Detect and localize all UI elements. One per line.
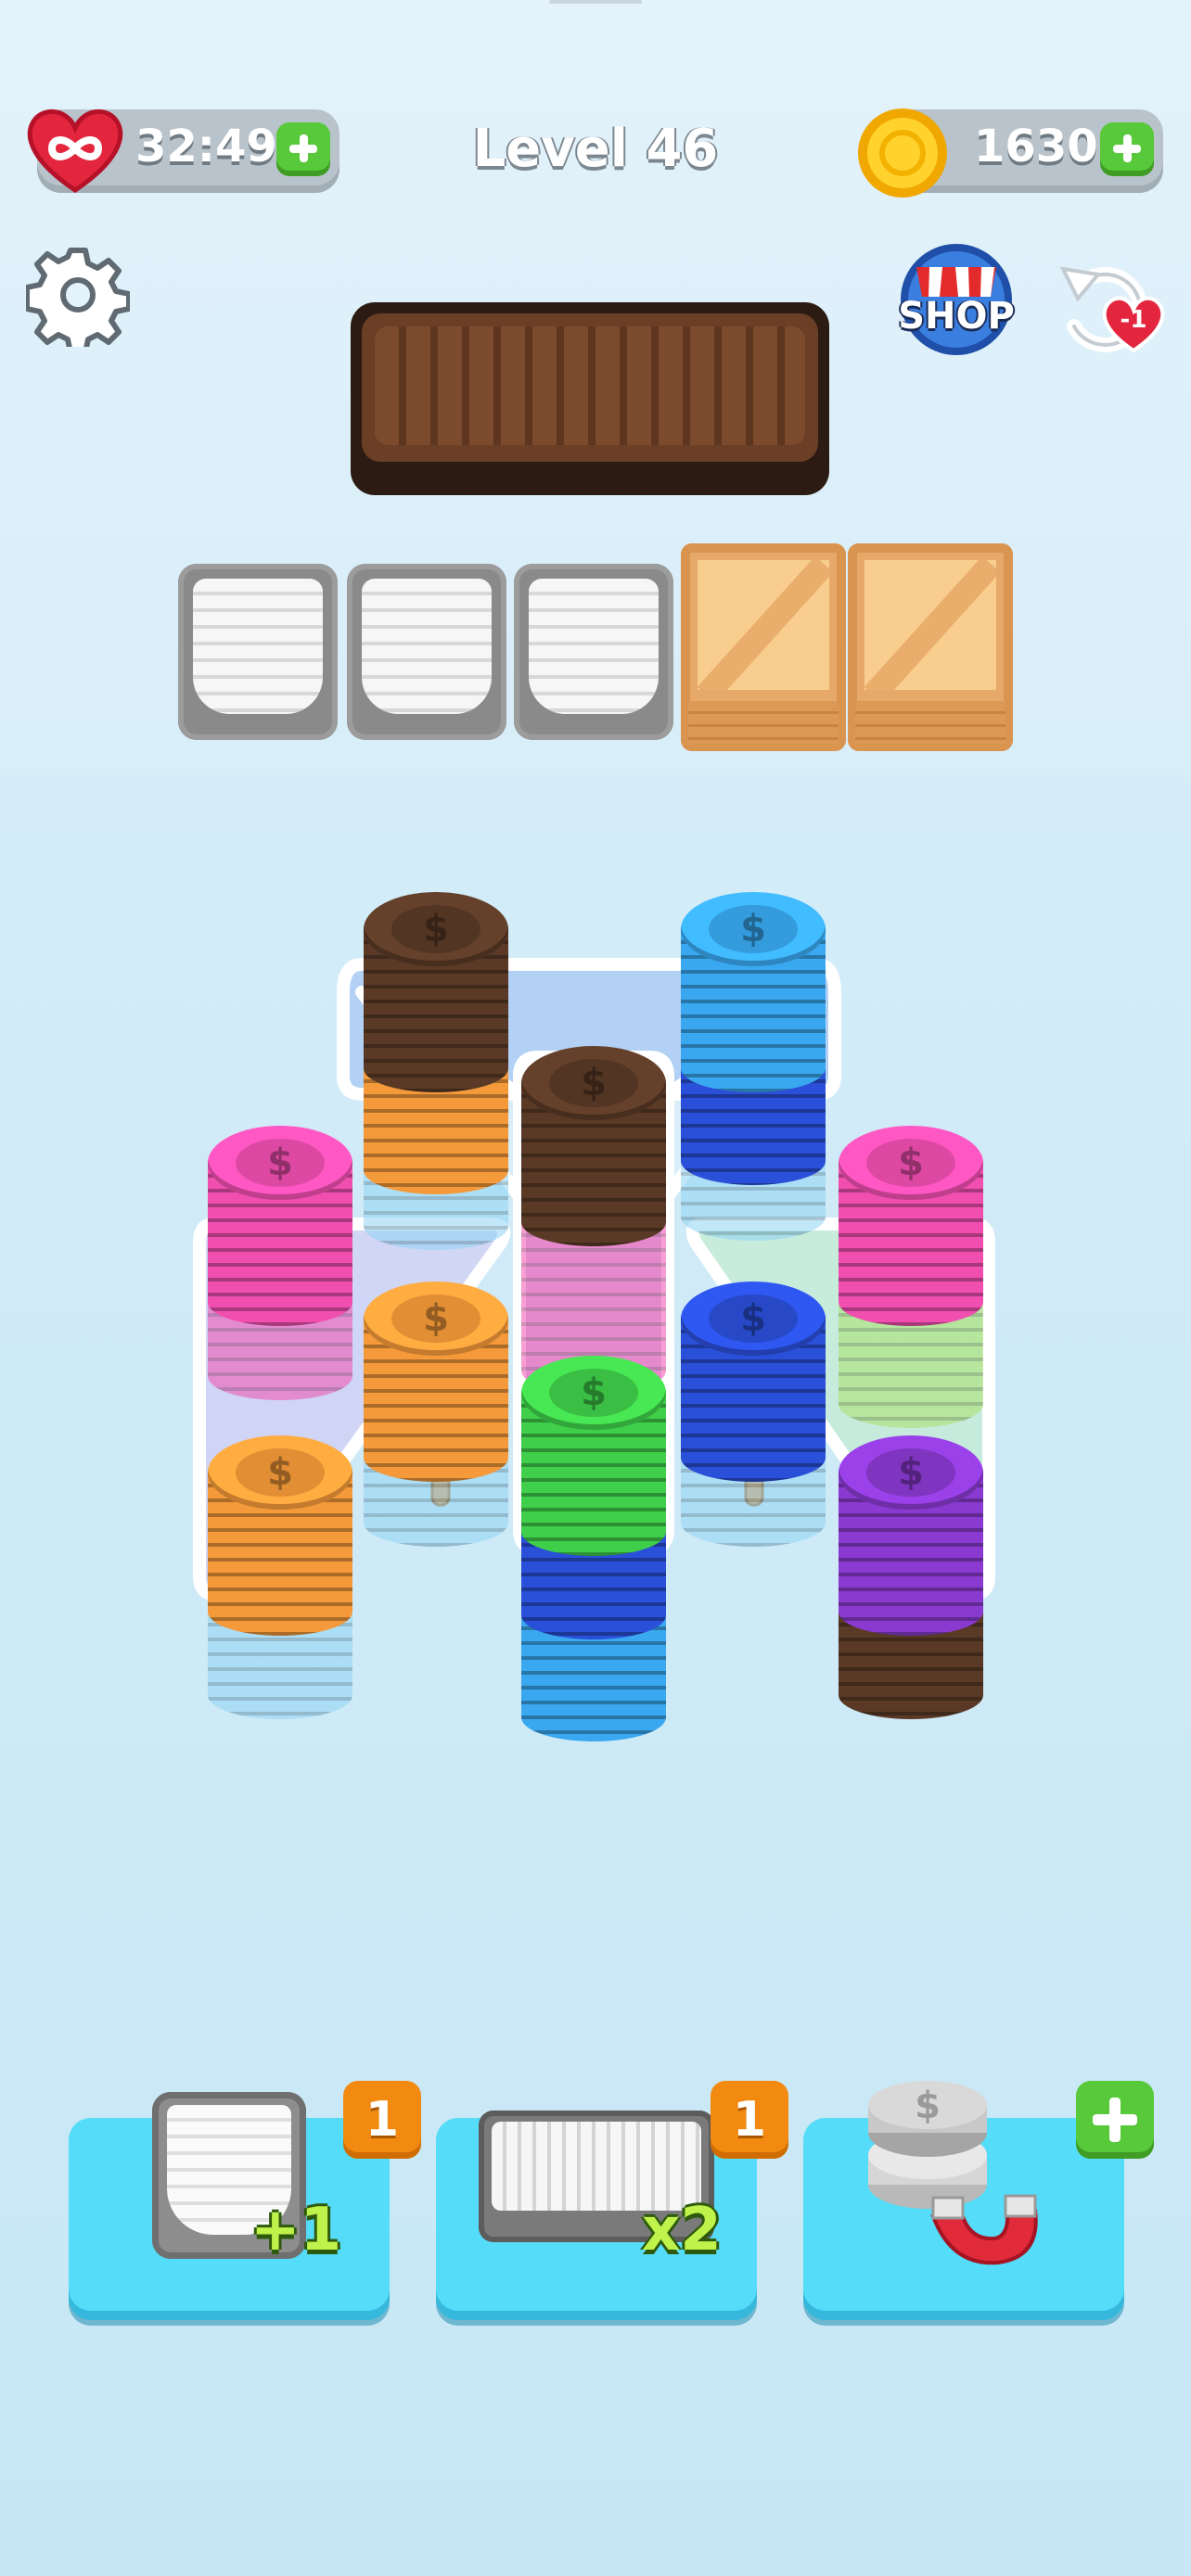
dollar-symbol: $ (391, 905, 480, 953)
coin-top-orange: $ (208, 1435, 352, 1510)
coin-stack[interactable]: $ (521, 1356, 666, 1754)
undo-heart-badge: -1 (1100, 293, 1167, 354)
shop-label: SHOP (898, 295, 1015, 338)
coin-top-blue: $ (681, 892, 826, 966)
holding-slot[interactable] (347, 564, 506, 740)
coin-stack[interactable]: $ (364, 1282, 508, 1560)
coin-stack[interactable]: $ (521, 1046, 666, 1408)
dollar-symbol: $ (236, 1139, 325, 1187)
dollar-symbol: $ (866, 1139, 955, 1187)
magnet-icon: $ (868, 2081, 1038, 2265)
dollar-symbol: $ (391, 1294, 480, 1343)
holding-slot[interactable] (514, 564, 673, 740)
coin-stack[interactable]: $ (364, 892, 508, 1263)
add-coins-button[interactable] (1100, 122, 1154, 176)
coin-balance: 1630 (974, 121, 1098, 172)
coin-top-brown: $ (521, 1046, 666, 1120)
coin-top-brown: $ (364, 892, 508, 966)
coin-stack[interactable]: $ (208, 1126, 352, 1413)
dollar-symbol: $ (866, 1448, 955, 1497)
magnet-add-button[interactable] (1076, 2081, 1154, 2159)
extra-slot-label: +1 (250, 2196, 342, 2264)
undo-cost: -1 (1120, 306, 1147, 334)
undo-button[interactable]: -1 (1046, 241, 1167, 362)
coin-top-green: $ (521, 1356, 666, 1430)
dollar-symbol: $ (709, 1294, 798, 1343)
shop-button[interactable]: SHOP (896, 239, 1017, 360)
locked-slot-crate[interactable] (848, 543, 1013, 751)
double-tray-count: 1 (711, 2081, 788, 2159)
coin-stack[interactable]: $ (681, 1282, 826, 1560)
extra-slot-booster[interactable]: +1 (69, 2092, 390, 2320)
coin-top-pink: $ (839, 1126, 983, 1200)
dollar-symbol: $ (236, 1448, 325, 1497)
dollar-symbol: $ (709, 905, 798, 953)
gold-coin-icon (853, 104, 952, 202)
gear-icon[interactable] (24, 243, 132, 355)
locked-slot-crate[interactable] (681, 543, 846, 751)
coin-top-navy: $ (681, 1282, 826, 1356)
coin-stack[interactable]: $ (681, 892, 826, 1254)
top-handle (549, 0, 642, 4)
coin-stack[interactable]: $ (839, 1435, 983, 1732)
coin-top-pink: $ (208, 1126, 352, 1200)
dollar-symbol: $ (549, 1369, 638, 1417)
coin-stack[interactable]: $ (839, 1126, 983, 1441)
coin-stack[interactable]: $ (208, 1435, 352, 1732)
double-tray-booster[interactable]: x2 (436, 2111, 757, 2320)
collection-tray (351, 302, 829, 495)
coin-top-orange: $ (364, 1282, 508, 1356)
svg-text:$: $ (915, 2085, 941, 2127)
coin-top-purple: $ (839, 1435, 983, 1510)
holding-slot[interactable] (178, 564, 338, 740)
double-tray-label: x2 (642, 2196, 722, 2264)
extra-slot-count: 1 (343, 2081, 421, 2159)
dollar-symbol: $ (549, 1059, 638, 1107)
